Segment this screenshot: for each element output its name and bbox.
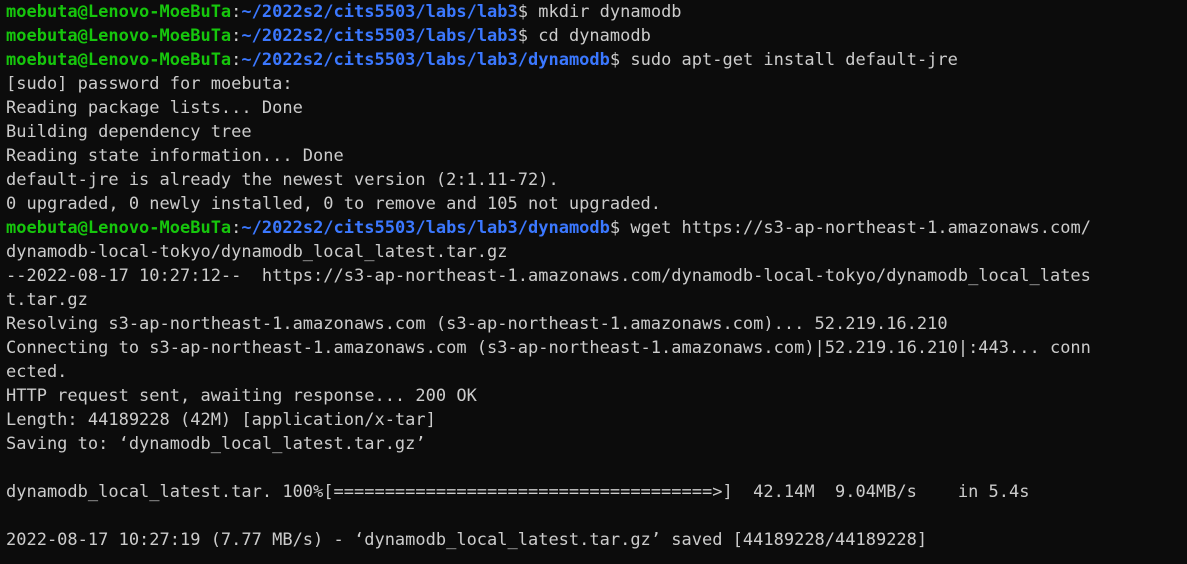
command-text: cd dynamodb: [528, 26, 651, 46]
output-line: [sudo] password for moebuta:: [6, 74, 293, 94]
prompt-dollar: $: [609, 218, 621, 238]
output-line: Reading state information... Done: [6, 146, 344, 166]
prompt-line: moebuta@Lenovo-MoeBuTa:~/2022s2/cits5503…: [6, 0, 1187, 24]
prompt-path: ~/2022s2/cits5503/labs/lab3: [241, 2, 518, 22]
command-text: wget https://s3-ap-northeast-1.amazonaws…: [620, 218, 1091, 238]
prompt-user: moebuta@Lenovo-MoeBuTa: [6, 26, 232, 46]
prompt-path: ~/2022s2/cits5503/labs/lab3/dynamodb: [241, 50, 610, 70]
output-line: HTTP request sent, awaiting response... …: [6, 386, 477, 406]
command-text: mkdir dynamodb: [528, 2, 682, 22]
prompt-line: moebuta@Lenovo-MoeBuTa:~/2022s2/cits5503…: [6, 48, 1187, 72]
output-line: Length: 44189228 (42M) [application/x-ta…: [6, 410, 436, 430]
prompt-path: ~/2022s2/cits5503/labs/lab3/dynamodb: [241, 218, 610, 238]
prompt-separator: :: [231, 218, 242, 238]
output-line: Connecting to s3-ap-northeast-1.amazonaw…: [6, 338, 1091, 358]
output-line: 2022-08-17 10:27:19 (7.77 MB/s) - ‘dynam…: [6, 530, 928, 550]
prompt-user: moebuta@Lenovo-MoeBuTa: [6, 2, 232, 22]
output-line: Reading package lists... Done: [6, 98, 303, 118]
terminal-window[interactable]: moebuta@Lenovo-MoeBuTa:~/2022s2/cits5503…: [0, 0, 1187, 564]
prompt-separator: :: [231, 2, 242, 22]
output-line: Building dependency tree: [6, 122, 252, 142]
output-line: 0 upgraded, 0 newly installed, 0 to remo…: [6, 194, 662, 214]
prompt-path: ~/2022s2/cits5503/labs/lab3: [241, 26, 518, 46]
output-line: default-jre is already the newest versio…: [6, 170, 559, 190]
prompt-user: moebuta@Lenovo-MoeBuTa: [6, 50, 232, 70]
prompt-separator: :: [231, 26, 242, 46]
prompt-line: moebuta@Lenovo-MoeBuTa:~/2022s2/cits5503…: [6, 216, 1187, 240]
output-line: t.tar.gz: [6, 290, 88, 310]
prompt-user: moebuta@Lenovo-MoeBuTa: [6, 218, 232, 238]
output-line: Resolving s3-ap-northeast-1.amazonaws.co…: [6, 314, 948, 334]
output-line: dynamodb-local-tokyo/dynamodb_local_late…: [6, 242, 508, 262]
output-line: Saving to: ‘dynamodb_local_latest.tar.gz…: [6, 434, 426, 454]
prompt-dollar: $: [517, 26, 529, 46]
progress-line: dynamodb_local_latest.tar. 100%[========…: [6, 482, 1030, 502]
output-line: --2022-08-17 10:27:12-- https://s3-ap-no…: [6, 266, 1091, 286]
prompt-separator: :: [231, 50, 242, 70]
prompt-dollar: $: [517, 2, 529, 22]
prompt-line: moebuta@Lenovo-MoeBuTa:~/2022s2/cits5503…: [6, 24, 1187, 48]
prompt-dollar: $: [609, 50, 621, 70]
command-text: sudo apt-get install default-jre: [620, 50, 958, 70]
output-line: ected.: [6, 362, 68, 382]
